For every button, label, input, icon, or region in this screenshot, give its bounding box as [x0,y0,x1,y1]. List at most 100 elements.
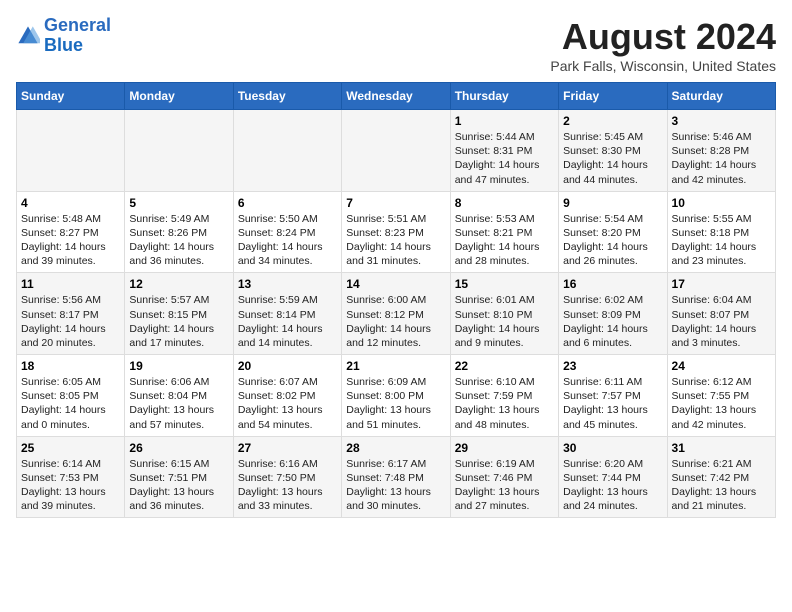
day-info: and 45 minutes. [563,419,638,431]
day-info: Sunset: 7:53 PM [21,472,99,484]
day-info: Daylight: 14 hours [238,323,323,335]
day-info: and 36 minutes. [129,500,204,512]
day-info: Sunrise: 5:49 AM [129,213,209,225]
day-cell: 2Sunrise: 5:45 AMSunset: 8:30 PMDaylight… [559,110,667,192]
week-row-4: 25 Sunrise: 6:14 AM Sunset: 7:53 PM Dayligh… [17,436,776,518]
day-header-saturday: Saturday [667,83,775,110]
day-number: 21 [346,359,445,373]
day-number: 28 [346,441,445,455]
day-cell: 25Sunrise: 6:14 AMSunset: 7:53 PMDayligh… [17,436,125,518]
day-cell: 6Sunrise: 5:50 AMSunset: 8:24 PMDaylight… [233,191,341,273]
day-info: Daylight: 13 hours [346,404,431,416]
day-info: Sunrise: 5:51 AM [346,213,426,225]
day-number: 6 [238,196,337,210]
day-cell: 31Sunrise: 6:21 AMSunset: 7:42 PMDayligh… [667,436,775,518]
day-info: Sunset: 8:00 PM [346,390,424,402]
day-info: and 34 minutes. [238,255,313,267]
day-info: Sunset: 8:04 PM [129,390,207,402]
day-info: Sunrise: 6:06 AM [129,376,209,388]
day-cell: 28Sunrise: 6:17 AMSunset: 7:48 PMDayligh… [342,436,450,518]
day-info: and 36 minutes. [129,255,204,267]
logo-icon [16,24,40,48]
day-info: Daylight: 14 hours [672,159,757,171]
day-cell: 22Sunrise: 6:10 AMSunset: 7:59 PMDayligh… [450,355,558,437]
day-info: Sunset: 8:18 PM [672,227,750,239]
day-cell: 29Sunrise: 6:19 AMSunset: 7:46 PMDayligh… [450,436,558,518]
day-info: Sunrise: 6:11 AM [563,376,642,388]
day-info: Daylight: 14 hours [21,404,106,416]
day-number: 9 [563,196,662,210]
day-info: Sunrise: 6:04 AM [672,294,752,306]
day-info: Sunset: 7:44 PM [563,472,641,484]
day-info: Sunrise: 6:10 AM [455,376,535,388]
day-info: Sunset: 8:20 PM [563,227,641,239]
day-info: Daylight: 13 hours [455,486,540,498]
day-number: 12 [129,277,228,291]
day-info: Daylight: 14 hours [129,323,214,335]
day-info: and 47 minutes. [455,174,530,186]
day-info: Sunrise: 5:55 AM [672,213,752,225]
day-info: Sunset: 8:30 PM [563,145,641,157]
day-info: Sunset: 7:55 PM [672,390,750,402]
day-info: and 14 minutes. [238,337,313,349]
day-info: Sunrise: 6:07 AM [238,376,318,388]
calendar-subtitle: Park Falls, Wisconsin, United States [550,58,776,74]
day-info: Sunset: 7:42 PM [672,472,750,484]
day-info: Sunrise: 6:14 AM [21,458,101,470]
day-info: and 27 minutes. [455,500,530,512]
calendar-header: SundayMondayTuesdayWednesdayThursdayFrid… [17,83,776,110]
day-info: Daylight: 13 hours [455,404,540,416]
day-info: and 17 minutes. [129,337,204,349]
logo-text: General Blue [44,16,111,56]
day-info: Daylight: 13 hours [238,486,323,498]
day-info: Sunrise: 6:12 AM [672,376,752,388]
day-number: 27 [238,441,337,455]
day-info: Sunset: 7:51 PM [129,472,207,484]
day-info: Daylight: 14 hours [672,241,757,253]
day-info: Sunrise: 6:17 AM [346,458,426,470]
day-info: Sunrise: 6:15 AM [129,458,209,470]
day-number: 25 [21,441,120,455]
day-info: and 0 minutes. [21,419,90,431]
day-info: Sunrise: 5:50 AM [238,213,318,225]
day-info: Sunrise: 6:20 AM [563,458,643,470]
week-row-3: 18 Sunrise: 6:05 AM Sunset: 8:05 PM Dayligh… [17,355,776,437]
day-info: Sunrise: 5:44 AM [455,131,535,143]
title-block: August 2024 Park Falls, Wisconsin, Unite… [550,16,776,74]
day-cell: 20Sunrise: 6:07 AMSunset: 8:02 PMDayligh… [233,355,341,437]
day-info: Sunset: 8:10 PM [455,309,533,321]
day-info: and 30 minutes. [346,500,421,512]
day-cell: 19Sunrise: 6:06 AMSunset: 8:04 PMDayligh… [125,355,233,437]
day-info: and 42 minutes. [672,174,747,186]
day-cell: 10Sunrise: 5:55 AMSunset: 8:18 PMDayligh… [667,191,775,273]
day-number: 4 [21,196,120,210]
day-info: Sunset: 7:59 PM [455,390,533,402]
day-header-monday: Monday [125,83,233,110]
day-cell [17,110,125,192]
day-cell [125,110,233,192]
day-cell [342,110,450,192]
day-cell: 24Sunrise: 6:12 AMSunset: 7:55 PMDayligh… [667,355,775,437]
day-info: and 31 minutes. [346,255,421,267]
day-info: and 23 minutes. [672,255,747,267]
day-info: Sunset: 8:21 PM [455,227,533,239]
day-number: 18 [21,359,120,373]
day-number: 14 [346,277,445,291]
day-info: and 39 minutes. [21,255,96,267]
day-info: Sunset: 7:48 PM [346,472,424,484]
day-info: and 39 minutes. [21,500,96,512]
day-info: Daylight: 14 hours [346,241,431,253]
day-info: and 57 minutes. [129,419,204,431]
day-info: Daylight: 14 hours [238,241,323,253]
day-info: and 48 minutes. [455,419,530,431]
day-cell: 4Sunrise: 5:48 AMSunset: 8:27 PMDaylight… [17,191,125,273]
day-info: Sunset: 8:26 PM [129,227,207,239]
calendar-table: SundayMondayTuesdayWednesdayThursdayFrid… [16,82,776,518]
day-info: Sunrise: 6:05 AM [21,376,101,388]
day-info: Sunrise: 5:56 AM [21,294,101,306]
day-info: Sunset: 8:23 PM [346,227,424,239]
day-info: Sunset: 8:05 PM [21,390,99,402]
day-number: 11 [21,277,120,291]
day-info: and 21 minutes. [672,500,747,512]
day-info: Sunset: 8:09 PM [563,309,641,321]
